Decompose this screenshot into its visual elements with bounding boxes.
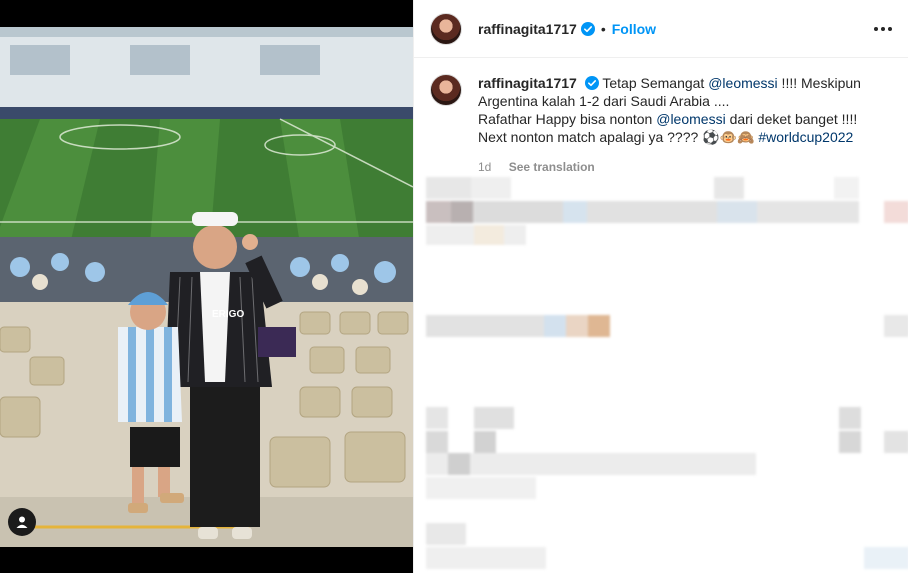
post-timestamp: 1d (478, 160, 492, 174)
caption-text-4: dari deket banget !!!! (725, 111, 858, 127)
shirt-brand-text: ERIGO (212, 309, 244, 320)
post-photo[interactable]: ERIGO (0, 0, 413, 573)
pixelated-content (426, 177, 908, 569)
mention-link[interactable]: @leomessi (708, 75, 777, 91)
follow-button[interactable]: Follow (612, 21, 656, 37)
separator-dot: • (600, 20, 606, 37)
verified-badge-icon (580, 21, 595, 36)
pixelated-comments-area (414, 175, 908, 573)
user-tag-icon (16, 516, 28, 528)
author-avatar[interactable] (430, 12, 462, 45)
see-translation-button[interactable]: See translation (509, 160, 595, 174)
user-tag-button[interactable] (8, 508, 36, 536)
caption-body: raffinagita1717 Tetap Semangat @leomessi… (478, 74, 888, 176)
post-caption: raffinagita1717 Tetap Semangat @leomessi… (414, 58, 908, 176)
verified-badge-icon (584, 76, 599, 90)
caption-text-1: Tetap Semangat (602, 75, 709, 91)
more-options-icon[interactable] (874, 26, 892, 31)
post-header: raffinagita1717 • Follow (414, 0, 908, 58)
caption-username[interactable]: raffinagita1717 (478, 75, 577, 91)
hashtag-link[interactable]: #worldcup2022 (758, 129, 853, 145)
caption-meta: 1d See translation (478, 158, 888, 176)
mention-link[interactable]: @leomessi (656, 111, 725, 127)
caption-text-5: Next nonton match apalagi ya ???? ⚽🐵🙈 (478, 129, 759, 145)
author-username[interactable]: raffinagita1717 (478, 21, 577, 37)
post-side-panel: raffinagita1717 • Follow raffinagita1717… (413, 0, 908, 573)
caption-author-avatar[interactable] (430, 74, 462, 106)
caption-text-3: Rafathar Happy bisa nonton (478, 111, 657, 127)
stadium-photo[interactable]: ERIGO (0, 27, 413, 547)
photo-illustration: ERIGO (0, 27, 413, 547)
